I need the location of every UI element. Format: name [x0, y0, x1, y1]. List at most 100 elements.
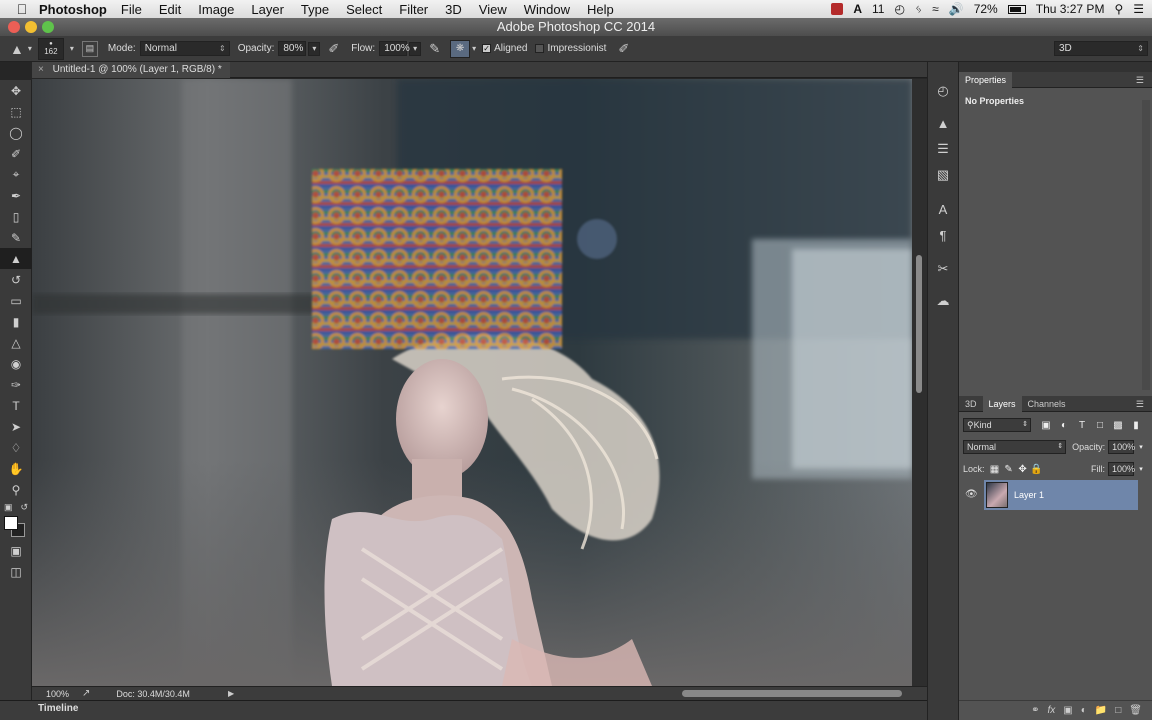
menu-file[interactable]: File	[121, 2, 142, 17]
layers-panel-menu-icon[interactable]: ☰	[1130, 396, 1150, 412]
lock-all-icon[interactable]: 🔒	[1030, 462, 1044, 476]
zoom-tool-icon[interactable]: ⚲	[0, 479, 32, 500]
minimize-window-button[interactable]	[25, 21, 37, 33]
clone-source-chevron-icon[interactable]: ▾	[472, 44, 476, 53]
menu-filter[interactable]: Filter	[399, 2, 428, 17]
opacity-field[interactable]: 80%	[278, 41, 307, 56]
horizontal-scroll-thumb[interactable]	[682, 690, 902, 697]
menu-edit[interactable]: Edit	[159, 2, 181, 17]
default-colors-icon[interactable]: ▣ ↺	[0, 500, 32, 514]
pen-tool-icon[interactable]: ✑	[0, 374, 32, 395]
brush-preset-picker[interactable]: ● 162	[37, 37, 64, 60]
layer-row-layer-1[interactable]: Layer 1	[984, 480, 1138, 510]
blur-tool-icon[interactable]: △	[0, 332, 32, 353]
clock[interactable]: Thu 3:27 PM	[1036, 2, 1105, 16]
filter-kind-select[interactable]: ⚲Kind ⇕	[963, 418, 1031, 432]
aligned-checkbox[interactable]: ✓	[482, 44, 492, 53]
new-group-icon[interactable]: 📁	[1095, 705, 1107, 716]
apple-icon[interactable]: 	[14, 1, 30, 17]
battery-icon[interactable]	[1007, 4, 1026, 14]
properties-scrollbar[interactable]	[1142, 100, 1150, 390]
bluetooth-icon[interactable]: ᛃ	[915, 2, 922, 16]
airbrush-icon[interactable]: ✎	[429, 41, 440, 57]
layer-name[interactable]: Layer 1	[1014, 490, 1044, 500]
flow-slider-chevron-icon[interactable]: ▾	[409, 41, 422, 56]
notification-center-icon[interactable]: ☰	[1133, 2, 1144, 16]
clone-source-icon[interactable]: ❋	[450, 39, 471, 58]
move-tool-icon[interactable]: ✥	[0, 80, 32, 101]
lock-position-icon[interactable]: ✥	[1016, 462, 1030, 476]
paragraph-icon[interactable]: ¶	[928, 224, 958, 246]
tab-3d[interactable]: 3D	[959, 396, 983, 412]
pressure-opacity-icon[interactable]: ✐	[328, 41, 339, 57]
spotlight-icon[interactable]: ⚲	[1114, 2, 1123, 16]
lock-image-icon[interactable]: ✎	[1002, 462, 1016, 476]
time-machine-icon[interactable]: ◴	[894, 2, 904, 16]
menu-select[interactable]: Select	[346, 2, 382, 17]
hand-tool-icon[interactable]: ✋	[0, 458, 32, 479]
tab-layers[interactable]: Layers	[982, 395, 1022, 412]
shape-tool-icon[interactable]: ♢	[0, 437, 32, 458]
color-swatches[interactable]	[0, 514, 32, 540]
opacity-slider-chevron-icon[interactable]: ▾	[308, 41, 321, 56]
tool-preset-picker[interactable]: ▲ ▾	[10, 41, 32, 57]
menu-help[interactable]: Help	[587, 2, 614, 17]
workspace-select[interactable]: 3D ⇕	[1054, 41, 1148, 56]
filter-type-icon[interactable]: T	[1075, 418, 1089, 432]
document-canvas[interactable]	[32, 79, 912, 686]
type-tool-icon[interactable]: T	[0, 395, 32, 416]
history-icon[interactable]: ◴	[928, 80, 958, 102]
history-brush-tool-icon[interactable]: ↺	[0, 269, 32, 290]
lock-transparent-icon[interactable]: ▦	[988, 462, 1002, 476]
dodge-tool-icon[interactable]: ◉	[0, 353, 32, 374]
pressure-size-icon[interactable]: ✐	[618, 41, 629, 57]
tool-presets-icon[interactable]: ✂	[928, 258, 958, 280]
filter-pixel-icon[interactable]: ▣	[1039, 418, 1053, 432]
menu-window[interactable]: Window	[524, 2, 570, 17]
properties-tab[interactable]: Properties	[959, 71, 1013, 88]
filter-smart-object-icon[interactable]: ▩	[1111, 418, 1125, 432]
filter-shape-icon[interactable]: □	[1093, 418, 1107, 432]
fill-field[interactable]: 100%	[1108, 462, 1135, 476]
brush-presets-icon[interactable]: ▧	[928, 164, 958, 186]
quick-mask-icon[interactable]: ▣	[0, 540, 32, 561]
clone-stamp-tool-icon[interactable]: ▲	[0, 248, 32, 269]
menu-image[interactable]: Image	[198, 2, 234, 17]
close-window-button[interactable]	[8, 21, 20, 33]
document-tab[interactable]: × Untitled-1 @ 100% (Layer 1, RGB/8) *	[32, 62, 230, 78]
screen-mode-icon[interactable]: ◫	[0, 561, 32, 582]
link-layers-icon[interactable]: ⚭	[1031, 705, 1039, 716]
extension-icon[interactable]	[831, 3, 844, 15]
healing-brush-tool-icon[interactable]: ▯	[0, 206, 32, 227]
eyedropper-tool-icon[interactable]: ✒	[0, 185, 32, 206]
layer-visibility-eye-icon[interactable]: 👁	[965, 489, 978, 500]
status-menu-arrow-icon[interactable]: ▶	[228, 689, 234, 698]
layer-opacity-field[interactable]: 100%	[1108, 440, 1135, 454]
adjustment-layer-icon[interactable]: ◐	[1081, 705, 1087, 716]
flow-field[interactable]: 100%	[379, 41, 410, 56]
horizontal-scrollbar[interactable]	[252, 687, 912, 701]
zoom-window-button[interactable]	[42, 21, 54, 33]
menu-type[interactable]: Type	[301, 2, 329, 17]
foreground-color-swatch[interactable]	[4, 516, 18, 530]
wifi-icon[interactable]: ≈	[932, 2, 939, 16]
filter-adjustment-icon[interactable]: ◐	[1057, 418, 1071, 432]
add-mask-icon[interactable]: ▣	[1063, 705, 1072, 716]
panel-menu-icon[interactable]: ☰	[1130, 72, 1150, 88]
fill-chevron-icon[interactable]: ▾	[1134, 462, 1148, 476]
blend-mode-select[interactable]: Normal ⇕	[963, 440, 1067, 454]
app-menu[interactable]: Photoshop	[39, 2, 107, 17]
libraries-icon[interactable]: ☁	[928, 290, 958, 312]
swap-colors-icon[interactable]: ↺	[20, 502, 28, 513]
vertical-scroll-thumb[interactable]	[916, 255, 922, 393]
vertical-scrollbar[interactable]	[912, 79, 927, 686]
layer-opacity-chevron-icon[interactable]: ▾	[1134, 440, 1148, 454]
brush-panel-icon[interactable]: ▤	[81, 40, 98, 57]
menu-view[interactable]: View	[479, 2, 507, 17]
delete-layer-icon[interactable]: 🗑	[1129, 705, 1142, 716]
character-icon[interactable]: A	[928, 198, 958, 220]
export-icon[interactable]: ↗	[82, 688, 90, 699]
quick-selection-tool-icon[interactable]: ✐	[0, 143, 32, 164]
zoom-level[interactable]: 100%	[46, 689, 76, 699]
clone-source-panel-icon[interactable]: ▲	[928, 112, 958, 134]
